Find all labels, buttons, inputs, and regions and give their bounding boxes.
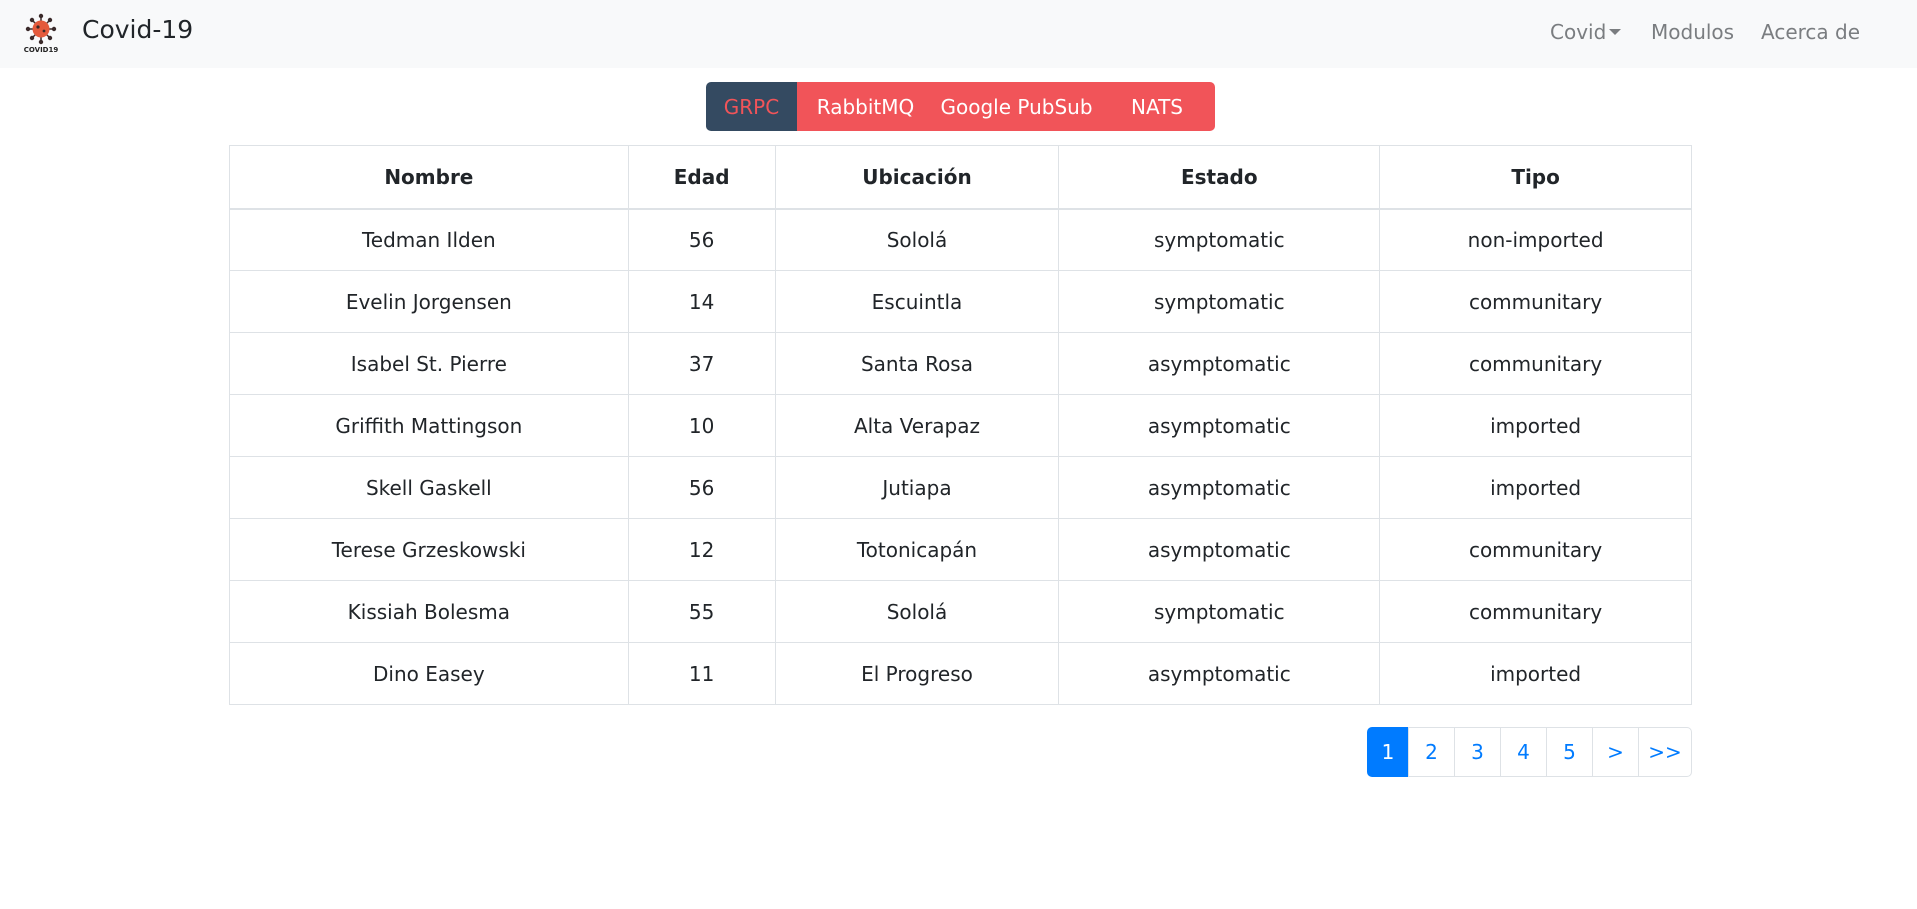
page-button-1[interactable]: 1 bbox=[1367, 727, 1409, 777]
cell-edad: 56 bbox=[627, 208, 776, 271]
column-header-ubicacion: Ubicación bbox=[774, 145, 1060, 210]
source-button-google-pubsub[interactable]: Google PubSub bbox=[934, 82, 1099, 131]
top-navbar: COVID19 Covid-19 Covid Modulos Acerca de bbox=[0, 0, 1917, 68]
table-row: Griffith Mattingson 10 Alta Verapaz asym… bbox=[229, 394, 1692, 457]
cell-nombre: Evelin Jorgensen bbox=[229, 270, 629, 333]
column-header-tipo: Tipo bbox=[1379, 145, 1692, 210]
brand-title[interactable]: Covid-19 bbox=[82, 15, 193, 44]
cell-ubicacion: Sololá bbox=[774, 580, 1060, 643]
cell-estado: asymptomatic bbox=[1058, 394, 1381, 457]
page-button-2[interactable]: 2 bbox=[1408, 727, 1455, 777]
next-page-button[interactable]: > bbox=[1592, 727, 1639, 777]
cell-nombre: Terese Grzeskowski bbox=[229, 518, 629, 581]
cell-tipo: imported bbox=[1379, 642, 1692, 705]
cell-ubicacion: Escuintla bbox=[774, 270, 1060, 333]
nav-covid-dropdown[interactable]: Covid bbox=[1550, 20, 1622, 44]
column-header-nombre: Nombre bbox=[229, 145, 629, 210]
cell-ubicacion: Jutiapa bbox=[774, 456, 1060, 519]
source-button-grpc[interactable]: GRPC bbox=[706, 82, 797, 131]
cell-ubicacion: Totonicapán bbox=[774, 518, 1060, 581]
cell-nombre: Dino Easey bbox=[229, 642, 629, 705]
nav-acerca-de[interactable]: Acerca de bbox=[1761, 20, 1860, 44]
table-row: Dino Easey 11 El Progreso asymptomatic i… bbox=[229, 642, 1692, 705]
cases-table: Nombre Edad Ubicación Estado Tipo Tedman… bbox=[229, 145, 1692, 705]
column-header-estado: Estado bbox=[1058, 145, 1381, 210]
cell-nombre: Griffith Mattingson bbox=[229, 394, 629, 457]
cell-edad: 10 bbox=[627, 394, 776, 457]
cell-edad: 56 bbox=[627, 456, 776, 519]
cell-tipo: communitary bbox=[1379, 580, 1692, 643]
nav-covid-label: Covid bbox=[1550, 20, 1607, 44]
table-row: Terese Grzeskowski 12 Totonicapán asympt… bbox=[229, 518, 1692, 581]
cell-ubicacion: Alta Verapaz bbox=[774, 394, 1060, 457]
cell-edad: 11 bbox=[627, 642, 776, 705]
cell-estado: symptomatic bbox=[1058, 270, 1381, 333]
cell-tipo: imported bbox=[1379, 456, 1692, 519]
cell-estado: symptomatic bbox=[1058, 208, 1381, 271]
cell-estado: asymptomatic bbox=[1058, 332, 1381, 395]
page-button-3[interactable]: 3 bbox=[1454, 727, 1501, 777]
cell-tipo: imported bbox=[1379, 394, 1692, 457]
table-row: Isabel St. Pierre 37 Santa Rosa asymptom… bbox=[229, 332, 1692, 395]
source-button-rabbitmq[interactable]: RabbitMQ bbox=[797, 82, 934, 131]
source-button-nats[interactable]: NATS bbox=[1099, 82, 1215, 131]
cell-nombre: Skell Gaskell bbox=[229, 456, 629, 519]
cell-nombre: Isabel St. Pierre bbox=[229, 332, 629, 395]
nav-modulos[interactable]: Modulos bbox=[1651, 20, 1734, 44]
pagination: 1 2 3 4 5 > >> bbox=[1367, 727, 1692, 777]
cell-estado: symptomatic bbox=[1058, 580, 1381, 643]
last-page-button[interactable]: >> bbox=[1638, 727, 1692, 777]
page-button-4[interactable]: 4 bbox=[1500, 727, 1547, 777]
table-row: Kissiah Bolesma 55 Sololá symptomatic co… bbox=[229, 580, 1692, 643]
cell-tipo: communitary bbox=[1379, 518, 1692, 581]
cell-edad: 12 bbox=[627, 518, 776, 581]
cell-edad: 37 bbox=[627, 332, 776, 395]
source-selector: GRPC RabbitMQ Google PubSub NATS bbox=[706, 82, 1215, 131]
chevron-down-icon bbox=[1609, 29, 1622, 35]
table-header-row: Nombre Edad Ubicación Estado Tipo bbox=[229, 145, 1692, 210]
cell-ubicacion: Santa Rosa bbox=[774, 332, 1060, 395]
cell-tipo: communitary bbox=[1379, 332, 1692, 395]
column-header-edad: Edad bbox=[627, 145, 776, 210]
cell-estado: asymptomatic bbox=[1058, 456, 1381, 519]
cell-ubicacion: Sololá bbox=[774, 208, 1060, 271]
cell-tipo: non-imported bbox=[1379, 208, 1692, 271]
cell-ubicacion: El Progreso bbox=[774, 642, 1060, 705]
cell-tipo: communitary bbox=[1379, 270, 1692, 333]
table-row: Evelin Jorgensen 14 Escuintla symptomati… bbox=[229, 270, 1692, 333]
cell-estado: asymptomatic bbox=[1058, 518, 1381, 581]
table-row: Tedman Ilden 56 Sololá symptomatic non-i… bbox=[229, 208, 1692, 271]
cell-edad: 55 bbox=[627, 580, 776, 643]
cell-nombre: Kissiah Bolesma bbox=[229, 580, 629, 643]
cell-edad: 14 bbox=[627, 270, 776, 333]
cell-nombre: Tedman Ilden bbox=[229, 208, 629, 271]
cell-estado: asymptomatic bbox=[1058, 642, 1381, 705]
page-button-5[interactable]: 5 bbox=[1546, 727, 1593, 777]
logo-text: COVID19 bbox=[24, 46, 59, 54]
covid-logo-icon[interactable]: COVID19 bbox=[20, 12, 62, 54]
table-row: Skell Gaskell 56 Jutiapa asymptomatic im… bbox=[229, 456, 1692, 519]
